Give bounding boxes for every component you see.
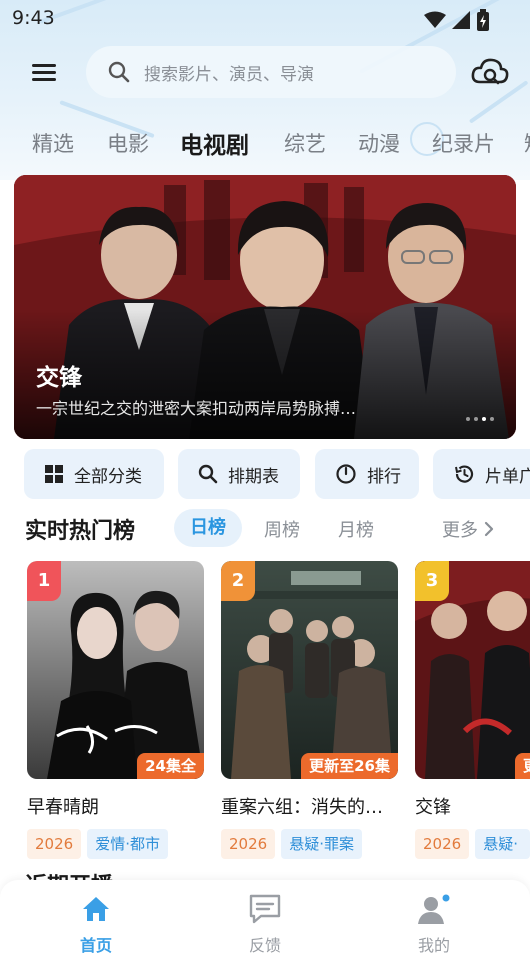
quick-actions: 全部分类 排期表 排行 片单广 xyxy=(0,449,530,501)
tab-tv-series[interactable]: 电视剧 xyxy=(180,126,249,160)
rank-badge: 3 xyxy=(415,561,449,601)
tab-anime[interactable]: 动漫 xyxy=(358,128,400,158)
chevron-right-icon xyxy=(484,521,494,537)
year-tag: 2026 xyxy=(415,829,470,859)
status-icons xyxy=(424,9,490,31)
menu-button[interactable] xyxy=(30,60,60,86)
tab-featured[interactable]: 精选 xyxy=(32,128,74,158)
banner-overlay xyxy=(14,309,516,439)
ranking-title: 实时热门榜 xyxy=(25,519,136,544)
episode-badge: 更新至26集 xyxy=(301,753,398,779)
ranking-header: 实时热门榜 日榜 周榜 月榜 更多 xyxy=(0,506,530,548)
episode-badge: 24集全 xyxy=(137,753,204,779)
tab-movies[interactable]: 电影 xyxy=(107,128,149,158)
carousel-dot xyxy=(466,417,470,421)
category-tabs: 精选 电影 电视剧 综艺 动漫 纪录片 短 xyxy=(0,118,530,168)
nav-label: 我的 xyxy=(417,936,450,955)
status-bar: 9:43 xyxy=(0,0,530,38)
nav-home[interactable]: 首页 xyxy=(56,892,136,956)
rank-badge: 2 xyxy=(221,561,255,601)
year-tag: 2026 xyxy=(221,829,276,859)
quick-action-label: 排期表 xyxy=(228,466,279,487)
home-icon xyxy=(83,897,109,921)
featured-banner[interactable]: 交锋 一宗世纪之交的泄密大案扣动两岸局势脉搏… xyxy=(14,175,516,439)
banner-title: 交锋 xyxy=(36,365,82,391)
ranking-tab-daily[interactable]: 日榜 xyxy=(174,509,242,547)
card-title: 早春晴朗 xyxy=(27,797,99,818)
feedback-icon xyxy=(249,894,281,924)
card-tags: 2026 悬疑·谍 xyxy=(415,829,530,859)
schedule-button[interactable]: 排期表 xyxy=(178,449,300,499)
card-title: 交锋 xyxy=(415,797,451,818)
ranking-card[interactable]: 3 更 交锋 2026 悬疑·谍 xyxy=(415,561,530,859)
wifi-icon xyxy=(424,11,446,28)
rank-badge: 1 xyxy=(27,561,61,601)
tab-variety[interactable]: 综艺 xyxy=(284,128,326,158)
history-icon xyxy=(453,463,475,485)
search-icon xyxy=(108,61,130,83)
signal-icon xyxy=(452,11,470,29)
genre-tag: 悬疑·谍 xyxy=(475,829,530,859)
carousel-dot xyxy=(490,417,494,421)
banner-subtitle: 一宗世纪之交的泄密大案扣动两岸局势脉搏… xyxy=(36,399,357,418)
cloud-icon xyxy=(471,58,509,85)
search-icon xyxy=(198,464,218,484)
ranking-card[interactable]: 2 更新至26集 重案六组：消失的… 2026 悬疑·罪案 xyxy=(221,561,398,859)
card-tags: 2026 爱情·都市 xyxy=(27,829,204,859)
carousel-dot-active xyxy=(482,417,486,421)
nav-feedback[interactable]: 反馈 xyxy=(225,892,305,956)
bottom-nav: 首页 反馈 我的 xyxy=(0,880,530,962)
more-label: 更多 xyxy=(442,520,478,541)
nav-profile[interactable]: 我的 xyxy=(394,892,474,956)
poster-image: 3 更 xyxy=(415,561,530,779)
carousel-indicator xyxy=(466,417,494,421)
cloud-sync-button[interactable] xyxy=(470,54,510,90)
poster-image: 2 更新至26集 xyxy=(221,561,398,779)
playlist-button[interactable]: 片单广 xyxy=(433,449,530,499)
status-time: 9:43 xyxy=(12,7,55,29)
user-icon xyxy=(418,893,451,924)
tab-short[interactable]: 短 xyxy=(524,128,530,158)
ranking-tab-weekly[interactable]: 周榜 xyxy=(264,516,300,542)
search-placeholder: 搜索影片、演员、导演 xyxy=(144,64,314,85)
next-section-title: 近期开播 xyxy=(25,868,165,880)
more-link[interactable]: 更多 xyxy=(442,516,494,542)
battery-icon xyxy=(477,9,489,31)
year-tag: 2026 xyxy=(27,829,82,859)
quick-action-label: 片单广 xyxy=(485,466,530,487)
ranking-tab-monthly[interactable]: 月榜 xyxy=(338,516,374,542)
all-categories-button[interactable]: 全部分类 xyxy=(24,449,164,499)
quick-action-label: 全部分类 xyxy=(74,466,142,487)
quick-action-label: 排行 xyxy=(367,466,401,487)
search-input[interactable]: 搜索影片、演员、导演 xyxy=(86,46,456,98)
carousel-dot xyxy=(474,417,478,421)
ranking-button[interactable]: 排行 xyxy=(315,449,419,499)
nav-label: 首页 xyxy=(79,936,112,955)
card-tags: 2026 悬疑·罪案 xyxy=(221,829,398,859)
clock-icon xyxy=(335,463,357,485)
genre-tag: 悬疑·罪案 xyxy=(281,829,362,859)
ranking-card[interactable]: 1 24集全 早春晴朗 2026 爱情·都市 xyxy=(27,561,204,859)
card-title: 重案六组：消失的… xyxy=(221,797,383,818)
poster-image: 1 24集全 xyxy=(27,561,204,779)
episode-badge: 更 xyxy=(515,753,530,779)
genre-tag: 爱情·都市 xyxy=(87,829,168,859)
nav-label: 反馈 xyxy=(248,936,281,955)
tab-documentary[interactable]: 纪录片 xyxy=(432,128,495,158)
grid-icon xyxy=(44,464,64,484)
